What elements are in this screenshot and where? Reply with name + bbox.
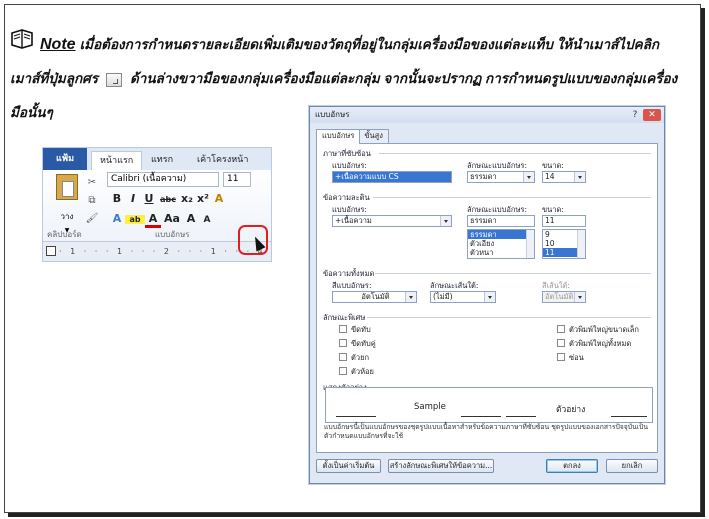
font-name-box[interactable]: Calibri (เนื้อความ) [107,172,219,187]
text-effects-button[interactable]: A [109,212,125,225]
latin-font-dropdown[interactable]: +เนื้อความ [332,215,452,227]
latin-heading: ข้อความละติน [323,193,370,202]
effects-heading: ลักษณะพิเศษ [323,313,366,322]
latin-size-input[interactable]: 11 [542,215,586,227]
ribbon-tab-bar: แฟ้ม หน้าแรก แทรก เค้าโครงหน้ากระดาษ [43,148,271,184]
cut-icon[interactable]: ✂ [85,174,99,192]
font-size-box[interactable]: 11 [223,172,251,187]
underline-style-dropdown[interactable]: (ไม่มี) [430,291,496,303]
scrollbar[interactable] [577,230,585,258]
small-caps-checkbox[interactable]: ตัวพิมพ์ใหญ่ขนาดเล็ก [557,324,639,336]
preview-note: แบบอักษรนี้เป็นแบบอักษรของชุดรูปแบบเนื้อ… [324,423,649,440]
copy-icon[interactable]: ⧉ [85,192,99,210]
latin-style-input[interactable]: ธรรมดา [467,215,535,227]
help-icon[interactable]: ? [629,109,641,121]
close-icon[interactable]: ✕ [643,109,661,121]
all-text-heading: ข้อความทั้งหมด [323,269,375,278]
preview-sample-latin: Sample [414,402,446,412]
underline-color-dropdown[interactable]: อัตโนมัติ [542,291,586,303]
clear-format-button[interactable]: A [211,192,227,205]
superscript-checkbox[interactable]: ตัวยก [339,352,369,364]
tab-stop-icon[interactable] [46,246,56,256]
list-item[interactable]: ตัวเอียง [468,239,534,248]
subscript-checkbox[interactable]: ตัวห้อย [339,366,374,378]
subscript-button[interactable]: x₂ [179,192,195,205]
tab-advanced[interactable]: ขั้นสูง [358,129,389,143]
dialog-title: แบบอักษร [310,107,664,123]
strikethrough-checkbox[interactable]: ขีดทับ [339,324,371,336]
hidden-checkbox[interactable]: ซ่อน [557,352,584,364]
change-case-button[interactable]: Aa [161,212,183,225]
tab-file[interactable]: แฟ้ม [43,148,87,170]
shrink-font-button[interactable]: A [199,215,215,225]
bold-button[interactable]: B [109,192,125,205]
double-strikethrough-checkbox[interactable]: ขีดทับคู่ [339,338,376,350]
all-caps-checkbox[interactable]: ตัวพิมพ์ใหญ่ทั้งหมด [557,338,631,350]
dialog-tabs: แบบอักษร ขั้นสูง [316,129,389,144]
grow-font-button[interactable]: A [183,212,199,225]
scrollbar[interactable] [526,230,534,258]
font-dialog: แบบอักษร ? ✕ แบบอักษร ขั้นสูง ภาษาที่ซับซ… [309,106,665,484]
ok-button[interactable]: ตกลง [546,459,598,473]
book-icon [10,28,34,62]
preview-sample-thai: ตัวอย่าง [556,405,586,415]
preview-box: Sample ตัวอย่าง [325,387,653,423]
note-keyword: Note [40,36,76,53]
complex-style-dropdown[interactable]: ธรรมดา [467,171,535,183]
latin-style-list[interactable]: ธรรมดา ตัวเอียง ตัวหนา [467,229,535,259]
font-format-row-1: B I Uabc x₂ x² A [109,192,227,205]
list-item[interactable]: ตัวหนา [468,248,534,257]
ruler: · 1 · · · 1 · · · 2 · · · 1 · · · 4 · · … [43,241,271,261]
font-color-dropdown[interactable]: อัตโนมัติ [332,291,417,303]
paste-icon [56,174,78,200]
underline-button[interactable]: U [141,192,157,205]
font-format-row-2: Aab A Aa A A [109,212,215,228]
complex-heading: ภาษาที่ซับซ้อน [323,149,371,158]
cancel-button[interactable]: ยกเลิก [606,459,658,473]
note-line-2a: เมาส์ที่ปุ่มลูกศร [10,71,98,87]
group-font-label: แบบอักษร [155,230,190,239]
note-line-1: เมื่อต้องการกำหนดรายละเอียดเพิ่มเติมของว… [79,37,660,52]
format-painter-icon[interactable]: 🖌 [85,210,99,228]
clipboard-tools: ✂ ⧉ 🖌 [85,174,99,228]
text-effects-button[interactable]: สร้างลักษณะพิเศษให้ข้อความ... [388,459,494,473]
complex-size-dropdown[interactable]: 14 [542,171,586,183]
strikethrough-button[interactable]: abc [157,195,179,204]
superscript-button[interactable]: x² [195,192,211,205]
tab-home[interactable]: หน้าแรก [91,151,143,170]
latin-size-list[interactable]: 9 10 11 [542,229,586,259]
highlight-button[interactable]: ab [125,215,145,224]
font-color-button[interactable]: A [145,212,161,228]
set-default-button[interactable]: ตั้งเป็นค่าเริ่มต้น [316,459,381,473]
group-clipboard-label: คลิปบอร์ด [47,230,82,239]
paste-label: วาง [60,212,74,221]
tab-font[interactable]: แบบอักษร [316,129,361,144]
dialog-launcher-icon [105,72,122,87]
italic-button[interactable]: I [125,192,141,205]
complex-font-input[interactable]: +เนื้อความแบบ CS [332,171,452,183]
list-item[interactable]: ธรรมดา [468,230,534,239]
tab-insert[interactable]: แทรก [143,151,181,170]
tab-page-layout[interactable]: เค้าโครงหน้ากระดาษ [189,151,271,184]
